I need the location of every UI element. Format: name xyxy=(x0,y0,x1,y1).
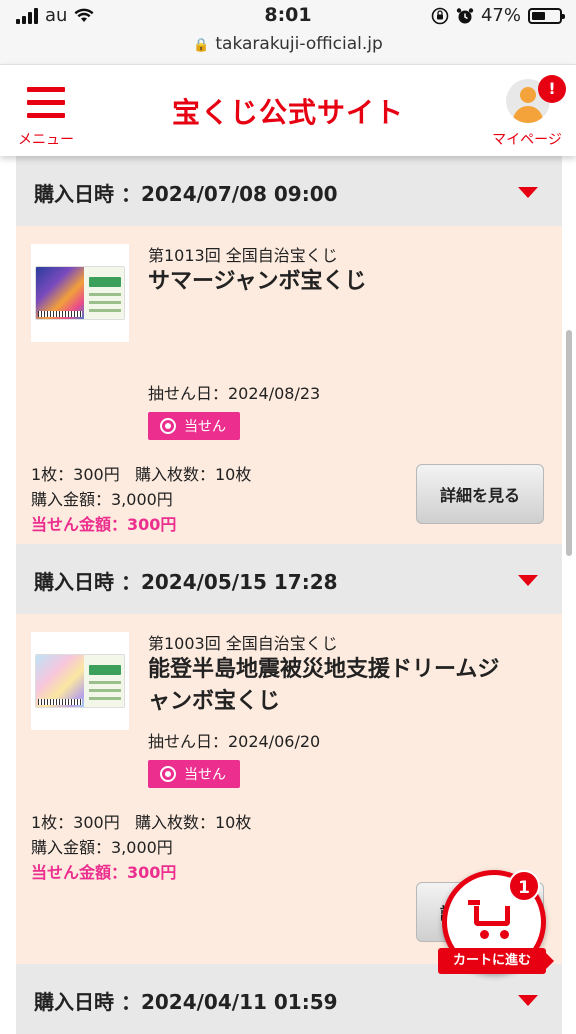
lottery-name-line: 能登半島地震被災地支援ドリームジ xyxy=(148,657,500,682)
orientation-lock-icon xyxy=(431,7,449,24)
mypage-button[interactable]: ! マイページ xyxy=(488,75,566,153)
lottery-round: 第1013回 全国自治宝くじ xyxy=(148,246,338,265)
view-details-button[interactable]: 詳細を見る xyxy=(416,464,544,524)
draw-date: 抽せん日：2024/06/20 xyxy=(148,732,321,751)
purchase-datetime: 購入日時 ：2024/07/08 09:00 xyxy=(34,182,338,206)
win-status-label: 当せん xyxy=(184,767,226,783)
cart-count-badge: 1 xyxy=(508,870,540,902)
chevron-down-icon xyxy=(518,995,538,1006)
chevron-down-icon xyxy=(518,187,538,198)
lottery-name-line: サマージャンボ宝くじ xyxy=(148,269,367,294)
winning-amount: 当せん金額：300円 xyxy=(31,515,177,534)
battery-icon xyxy=(528,7,565,24)
purchase-info: 1枚：300円 購入枚数：10枚 購入金額：3,000円 当せん金額：300円 xyxy=(31,462,251,537)
cart-label: カートに進む xyxy=(438,948,554,974)
lottery-round: 第1003回 全国自治宝くじ xyxy=(148,634,338,653)
lottery-name: 能登半島地震被災地支援ドリームジ ャンボ宝くじ xyxy=(148,654,548,718)
target-icon xyxy=(160,766,176,782)
shopping-cart-icon xyxy=(468,900,516,940)
purchase-card: 第1013回 全国自治宝くじ サマージャンボ宝くじ 抽せん日：2024/08/2… xyxy=(16,226,562,544)
lottery-ticket-image xyxy=(31,632,129,730)
win-status-label: 当せん xyxy=(184,419,226,435)
purchase-date-header[interactable]: 購入日時 ：2024/07/08 09:00 xyxy=(16,156,562,226)
site-header: メニュー 宝くじ公式サイト ! マイページ xyxy=(0,64,576,156)
status-right-group: 47% xyxy=(431,5,565,26)
purchase-total: 購入金額：3,000円 xyxy=(31,838,173,857)
lottery-name-line: ャンボ宝くじ xyxy=(148,689,281,714)
status-bar: au 8:01 47% xyxy=(0,0,576,32)
alarm-icon xyxy=(456,7,474,23)
purchase-info: 1枚：300円 購入枚数：10枚 購入金額：3,000円 当せん金額：300円 xyxy=(31,810,251,885)
scrollbar-thumb[interactable] xyxy=(566,330,572,556)
ticket-quantity: 購入枚数：10枚 xyxy=(135,465,252,484)
target-icon xyxy=(160,418,176,434)
url-bar[interactable]: 🔒 takarakuji-official.jp xyxy=(0,32,576,64)
winning-amount: 当せん金額：300円 xyxy=(31,863,177,882)
unit-price: 1枚：300円 xyxy=(31,465,120,484)
notification-badge: ! xyxy=(538,75,566,103)
draw-date: 抽せん日：2024/08/23 xyxy=(148,384,321,403)
win-status-badge: 当せん xyxy=(148,412,240,440)
lottery-name: サマージャンボ宝くじ xyxy=(148,266,548,298)
purchase-datetime: 購入日時 ：2024/04/11 01:59 xyxy=(34,990,338,1014)
ticket-quantity: 購入枚数：10枚 xyxy=(135,813,252,832)
purchase-date-header[interactable]: 購入日時 ：2024/05/15 17:28 xyxy=(16,544,562,614)
cart-button[interactable]: 1 カートに進む xyxy=(438,866,554,978)
mypage-label: マイページ xyxy=(492,132,562,148)
battery-percent: 47% xyxy=(480,5,521,26)
win-status-badge: 当せん xyxy=(148,760,240,788)
url-text: takarakuji-official.jp xyxy=(215,34,383,54)
lock-icon: 🔒 xyxy=(193,38,210,53)
purchase-total: 購入金額：3,000円 xyxy=(31,490,173,509)
lottery-ticket-image xyxy=(31,244,129,342)
chevron-down-icon xyxy=(518,575,538,586)
menu-label: メニュー xyxy=(18,132,74,148)
purchase-datetime: 購入日時 ：2024/05/15 17:28 xyxy=(34,570,338,594)
unit-price: 1枚：300円 xyxy=(31,813,120,832)
